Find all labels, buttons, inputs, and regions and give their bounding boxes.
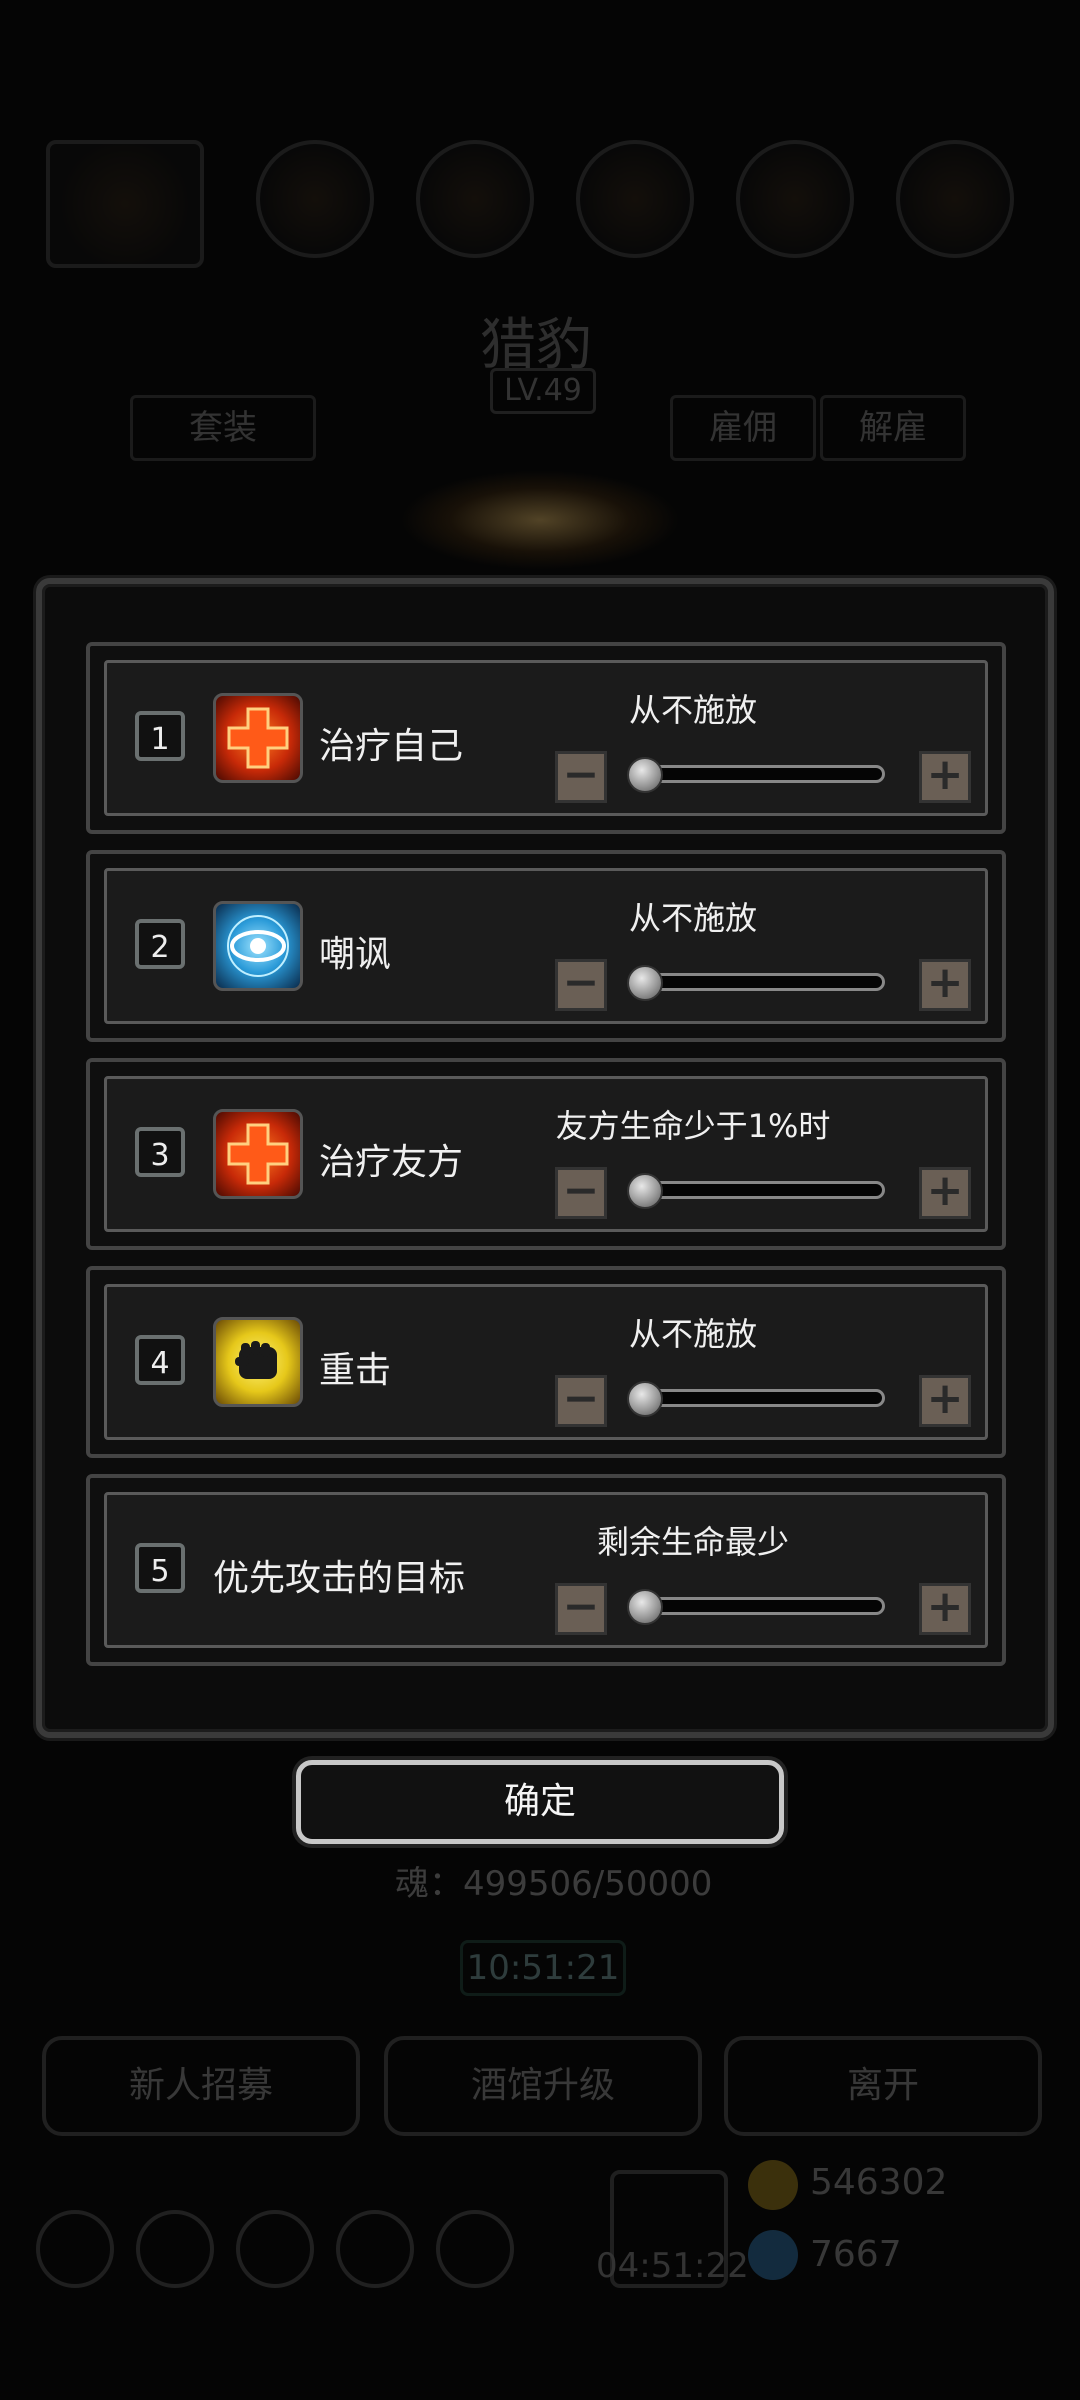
- decrease-button[interactable]: −: [555, 1167, 607, 1219]
- skill-number: 1: [135, 711, 185, 761]
- skill-name: 嘲讽: [319, 934, 392, 975]
- slider-knob[interactable]: [627, 965, 663, 1001]
- soul-counter: 魂：499506/50000: [395, 1864, 713, 1904]
- slider-knob[interactable]: [627, 1381, 663, 1417]
- skill-number: 5: [135, 1543, 185, 1593]
- row-frame: 5 优先攻击的目标 剩余生命最少 − +: [104, 1492, 988, 1648]
- skill-number: 2: [135, 919, 185, 969]
- decrease-button[interactable]: −: [555, 751, 607, 803]
- menu-icon: [336, 2210, 414, 2288]
- increase-button[interactable]: +: [919, 1167, 971, 1219]
- menu-icon: [136, 2210, 214, 2288]
- equipment-slot: [416, 140, 534, 258]
- cast-condition: 从不施放: [628, 691, 757, 729]
- equipment-slot: [896, 140, 1014, 258]
- menu-icon: [36, 2210, 114, 2288]
- slider-knob[interactable]: [627, 1589, 663, 1625]
- tab-hire: 雇佣: [670, 395, 816, 461]
- taunt-eye-icon: [213, 901, 303, 991]
- increase-button[interactable]: +: [919, 1583, 971, 1635]
- skill-row: 5 优先攻击的目标 剩余生命最少 − +: [86, 1474, 1006, 1666]
- slider-knob[interactable]: [627, 757, 663, 793]
- heal-cross-icon: [213, 693, 303, 783]
- decrease-button[interactable]: −: [555, 959, 607, 1011]
- gem-icon: [748, 2230, 798, 2280]
- condition-slider[interactable]: [635, 1389, 885, 1407]
- cast-condition: 从不施放: [628, 1315, 757, 1353]
- condition-slider[interactable]: [635, 765, 885, 783]
- increase-button[interactable]: +: [919, 959, 971, 1011]
- skill-name: 重击: [319, 1350, 392, 1391]
- gem-amount: 7667: [810, 2234, 902, 2275]
- fist-icon: [213, 1317, 303, 1407]
- tab-set: 套装: [130, 395, 316, 461]
- gold-coin-icon: [748, 2160, 798, 2210]
- row-frame: 2 嘲讽 从不施放 − +: [104, 868, 988, 1024]
- cast-condition: 剩余生命最少: [596, 1523, 789, 1561]
- skill-row: 4 重击 从不施放 − +: [86, 1266, 1006, 1458]
- row-frame: 3 治疗友方 友方生命少于1%时 − +: [104, 1076, 988, 1232]
- cast-condition: 友方生命少于1%时: [555, 1107, 831, 1145]
- skill-name: 治疗友方: [319, 1142, 464, 1183]
- increase-button[interactable]: +: [919, 1375, 971, 1427]
- condition-slider[interactable]: [635, 973, 885, 991]
- hero-level: LV.49: [490, 368, 596, 414]
- row-frame: 1 治疗自己 从不施放 − +: [104, 660, 988, 816]
- leave-button: 离开: [724, 2036, 1042, 2136]
- confirm-button[interactable]: 确定: [296, 1760, 784, 1844]
- bottom-timer: 04:51:22: [596, 2246, 749, 2286]
- equipment-slot: [576, 140, 694, 258]
- row-frame: 4 重击 从不施放 − +: [104, 1284, 988, 1440]
- slider-knob[interactable]: [627, 1173, 663, 1209]
- equipment-slot: [256, 140, 374, 258]
- heal-cross-icon: [213, 1109, 303, 1199]
- cast-condition: 从不施放: [628, 899, 757, 937]
- gold-amount: 546302: [810, 2162, 948, 2203]
- decrease-button[interactable]: −: [555, 1375, 607, 1427]
- modal-ornament: [400, 470, 680, 570]
- skill-name: 治疗自己: [319, 726, 464, 767]
- menu-icon: [436, 2210, 514, 2288]
- skill-number: 4: [135, 1335, 185, 1385]
- target-priority-label: 优先攻击的目标: [213, 1558, 466, 1599]
- skill-row: 1 治疗自己 从不施放 − +: [86, 642, 1006, 834]
- skill-row: 2 嘲讽 从不施放 − +: [86, 850, 1006, 1042]
- condition-slider[interactable]: [635, 1597, 885, 1615]
- increase-button[interactable]: +: [919, 751, 971, 803]
- hero-portrait: [46, 140, 204, 268]
- decrease-button[interactable]: −: [555, 1583, 607, 1635]
- recruit-button: 新人招募: [42, 2036, 360, 2136]
- skill-settings-dialog: 1 治疗自己 从不施放 − + 2 嘲讽 从不施放 − + 3 治疗友方 友方生…: [36, 578, 1054, 1738]
- tavern-upgrade-button: 酒馆升级: [384, 2036, 702, 2136]
- tab-dismiss: 解雇: [820, 395, 966, 461]
- skill-number: 3: [135, 1127, 185, 1177]
- menu-icon: [236, 2210, 314, 2288]
- skill-row: 3 治疗友方 友方生命少于1%时 − +: [86, 1058, 1006, 1250]
- top-timer: 10:51:21: [460, 1940, 626, 1996]
- condition-slider[interactable]: [635, 1181, 885, 1199]
- equipment-slot: [736, 140, 854, 258]
